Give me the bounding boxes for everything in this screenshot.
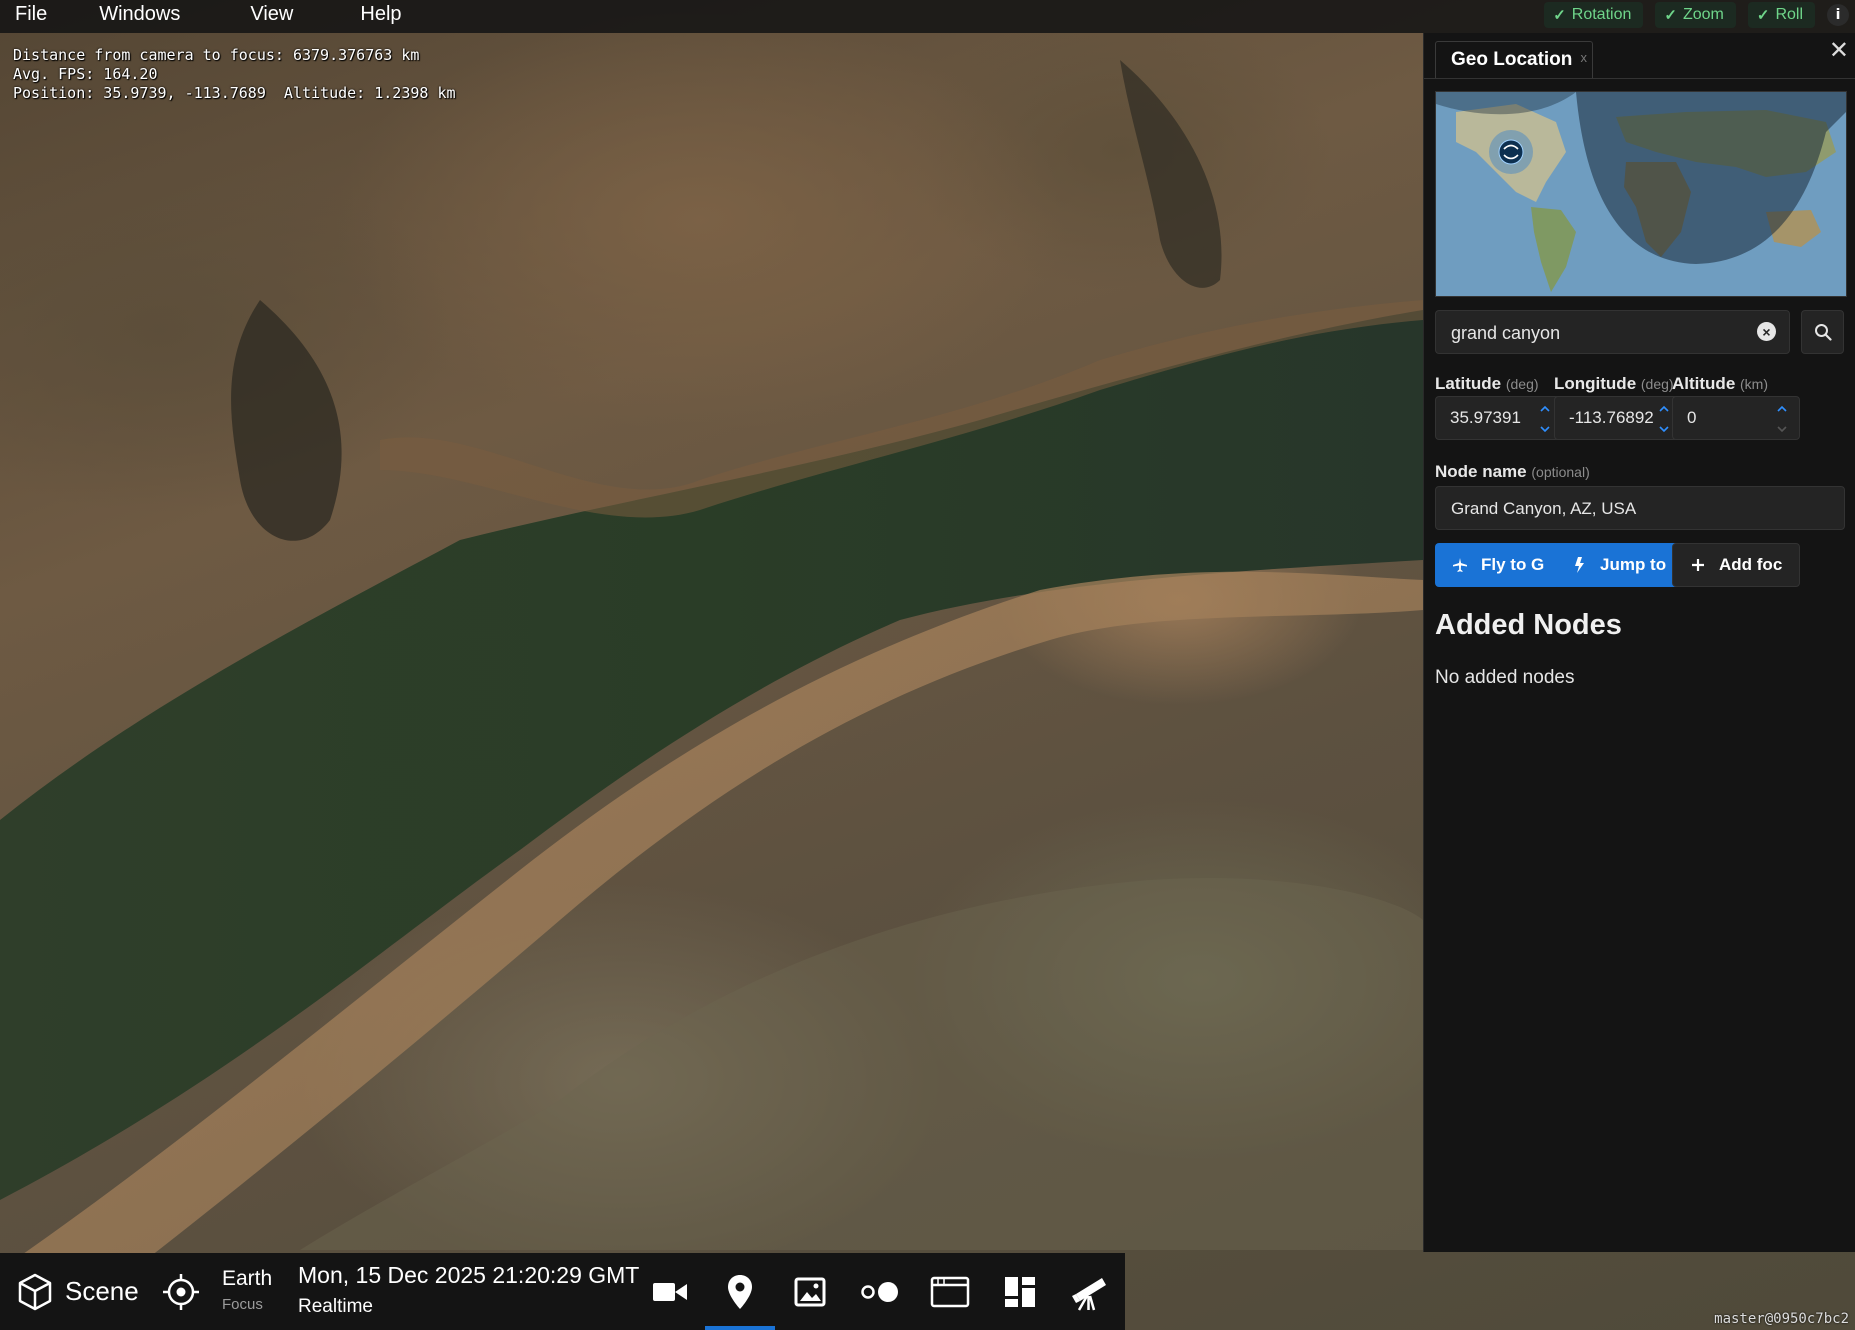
tab-geo-location-title: Geo Location xyxy=(1451,49,1573,70)
toggle-zoom[interactable]: ✓ Zoom xyxy=(1655,2,1736,28)
longitude-input[interactable]: -113.76892 xyxy=(1554,396,1682,440)
search-button[interactable] xyxy=(1801,310,1844,354)
tab-screenshot[interactable] xyxy=(775,1253,845,1330)
altitude-unit: (km) xyxy=(1740,376,1769,392)
geo-location-panel: Geo Location x ✕ × Latitude (deg xyxy=(1423,33,1855,1252)
hud-position: Position: 35.9739, -113.7689 Altitude: 1… xyxy=(13,84,456,102)
tab-geo-location[interactable]: Geo Location x xyxy=(1435,41,1593,78)
planet-star-icon xyxy=(861,1281,898,1302)
altitude-input[interactable]: 0 xyxy=(1672,396,1800,440)
altitude-label-text: Altitude xyxy=(1672,374,1736,393)
telescope-icon xyxy=(1072,1277,1106,1311)
fly-to-button[interactable]: Fly to G xyxy=(1435,543,1563,587)
location-search-input[interactable] xyxy=(1436,311,1753,355)
tab-window[interactable] xyxy=(915,1253,985,1330)
scene-button[interactable] xyxy=(0,1253,70,1330)
menu-file[interactable]: File xyxy=(0,3,84,30)
altitude-value: 0 xyxy=(1687,408,1697,427)
hud-fps: Avg. FPS: 164.20 xyxy=(13,65,158,83)
latitude-input[interactable]: 35.97391 xyxy=(1435,396,1563,440)
jump-to-label: Jump to xyxy=(1600,555,1667,574)
node-name-label-text: Node name xyxy=(1435,462,1527,481)
stepper-arrows-icon xyxy=(1777,405,1787,433)
node-name-input[interactable]: Grand Canyon, AZ, USA xyxy=(1435,486,1845,530)
lightning-icon xyxy=(1570,557,1588,573)
longitude-stepper[interactable] xyxy=(1657,402,1671,436)
video-camera-icon xyxy=(653,1282,687,1301)
latitude-stepper[interactable] xyxy=(1538,402,1552,436)
node-name-label: Node name (optional) xyxy=(1435,462,1590,482)
focus-object-name[interactable]: Earth xyxy=(222,1267,272,1291)
add-focus-node-label: Add foc xyxy=(1719,555,1783,574)
stepper-arrows-icon xyxy=(1659,405,1669,433)
toggle-zoom-label: Zoom xyxy=(1682,6,1724,23)
check-icon: ✓ xyxy=(1553,7,1566,24)
fly-to-label: Fly to G xyxy=(1481,555,1545,574)
menu-windows[interactable]: Windows xyxy=(84,3,235,30)
time-mode[interactable]: Realtime xyxy=(298,1296,373,1318)
panel-tab-bar: Geo Location x ✕ xyxy=(1424,33,1855,79)
focus-object-caption: Focus xyxy=(222,1296,263,1313)
menu-view[interactable]: View xyxy=(235,3,345,30)
bottom-toolbar: Scene Earth Focus Mon, 15 Dec 2025 21:20… xyxy=(0,1253,1125,1330)
map-pin-icon xyxy=(728,1274,752,1309)
scene-label[interactable]: Scene xyxy=(65,1276,139,1307)
stepper-arrows-icon xyxy=(1540,405,1550,433)
tab-camera[interactable] xyxy=(635,1253,705,1330)
check-icon: ✓ xyxy=(1756,7,1770,24)
latitude-label-text: Latitude xyxy=(1435,374,1502,393)
latitude-label: Latitude (deg) xyxy=(1435,374,1539,394)
hud-distance: Distance from camera to focus: 6379.3767… xyxy=(13,46,420,64)
menu-bar: File Windows View Help ✓ Rotation ✓ Zoom ✓… xyxy=(0,0,1855,33)
tab-dashboard[interactable] xyxy=(985,1253,1055,1330)
clear-search-icon[interactable]: × xyxy=(1757,322,1776,341)
browser-window-icon xyxy=(930,1276,970,1307)
crosshair-icon xyxy=(163,1273,199,1310)
check-icon: ✓ xyxy=(1664,7,1677,24)
altitude-label: Altitude (km) xyxy=(1672,374,1768,394)
info-button[interactable]: i xyxy=(1827,4,1849,26)
add-focus-node-button[interactable]: Add foc xyxy=(1672,543,1800,587)
panel-close-icon[interactable]: ✕ xyxy=(1829,39,1849,63)
added-nodes-empty-text: No added nodes xyxy=(1435,667,1575,688)
focus-button[interactable] xyxy=(146,1253,216,1330)
location-search-box: × xyxy=(1435,310,1790,355)
longitude-label: Longitude (deg) xyxy=(1554,374,1674,394)
jump-to-button[interactable]: Jump to xyxy=(1554,543,1682,587)
tab-geo-location-toolbar[interactable] xyxy=(705,1253,775,1330)
menu-help[interactable]: Help xyxy=(345,3,420,30)
image-icon xyxy=(794,1277,826,1306)
toggle-rotation-label: Rotation xyxy=(1571,6,1632,23)
search-icon xyxy=(1814,324,1832,341)
altitude-stepper[interactable] xyxy=(1775,402,1789,436)
simulation-datetime[interactable]: Mon, 15 Dec 2025 21:20:29 GMT xyxy=(298,1262,639,1289)
location-marker-icon xyxy=(1498,139,1524,165)
latitude-unit: (deg) xyxy=(1505,376,1539,392)
camera-hud: Distance from camera to focus: 6379.3767… xyxy=(13,46,456,103)
cube-icon xyxy=(18,1273,52,1310)
tab-close-icon[interactable]: x xyxy=(1581,50,1588,65)
tab-exoplanets[interactable] xyxy=(845,1253,915,1330)
longitude-value: -113.76892 xyxy=(1569,408,1654,427)
world-minimap[interactable] xyxy=(1435,91,1847,297)
tab-telescope[interactable] xyxy=(1055,1253,1125,1330)
airplane-icon xyxy=(1451,557,1469,573)
longitude-unit: (deg) xyxy=(1640,376,1674,392)
plus-icon xyxy=(1689,558,1707,572)
added-nodes-heading: Added Nodes xyxy=(1435,609,1622,641)
longitude-label-text: Longitude xyxy=(1554,374,1637,393)
world-map-art xyxy=(1436,92,1846,296)
version-label: master@0950c7bc2 xyxy=(1714,1311,1849,1327)
toggle-roll[interactable]: ✓ Roll xyxy=(1747,2,1815,28)
node-name-hint: (optional) xyxy=(1531,464,1590,480)
camera-toggles: ✓ Rotation ✓ Zoom ✓ Roll i xyxy=(1544,0,1855,30)
dashboard-icon xyxy=(1005,1276,1035,1307)
toggle-roll-label: Roll xyxy=(1775,6,1803,23)
latitude-value: 35.97391 xyxy=(1450,408,1521,427)
node-name-value: Grand Canyon, AZ, USA xyxy=(1451,499,1637,518)
toggle-rotation[interactable]: ✓ Rotation xyxy=(1544,2,1644,28)
